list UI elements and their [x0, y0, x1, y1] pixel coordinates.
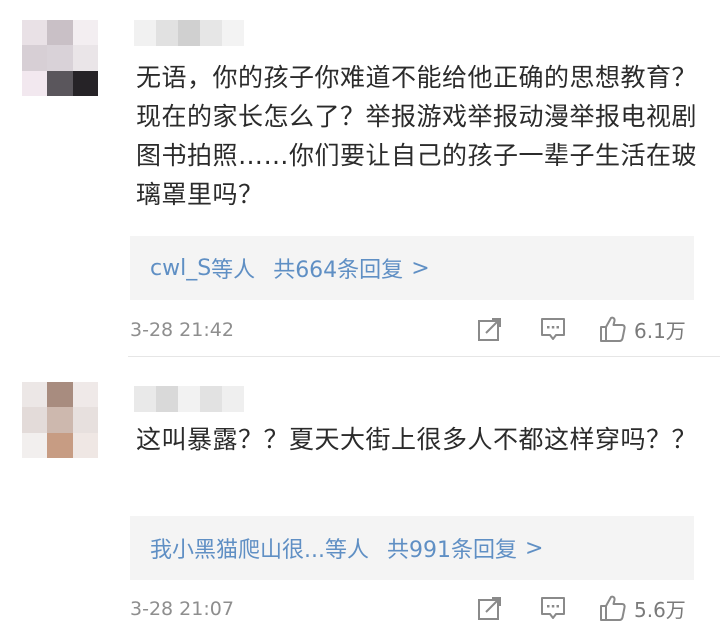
chevron-right-icon: > [525, 535, 544, 561]
reply-count: 共991条回复 [387, 538, 517, 563]
comment-icon [541, 318, 565, 340]
username-redacted[interactable] [134, 386, 244, 412]
reply-button[interactable] [539, 315, 567, 343]
reply-users-suffix: 等人 [324, 538, 369, 563]
comment-text: 无语，你的孩子你难道不能给他正确的思想教育？现在的家长怎么了？举报游戏举报动漫举… [136, 63, 698, 209]
thumbs-up-icon [600, 595, 626, 621]
share-button[interactable] [476, 594, 504, 622]
chevron-right-icon: > [411, 255, 430, 281]
replies-summary-button[interactable]: 我小黑猫爬山很... 等人 共991条回复 > [130, 516, 694, 580]
reply-users: cwl_S [150, 255, 212, 281]
timestamp: 3-28 21:07 [130, 598, 234, 620]
reply-users: 我小黑猫爬山很... [150, 538, 325, 563]
like-button[interactable]: 6.1万 [598, 313, 698, 345]
like-count: 6.1万 [634, 318, 686, 343]
username-redacted[interactable] [134, 20, 244, 46]
thumbs-up-icon [600, 316, 626, 342]
reply-count: 共664条回复 [273, 258, 404, 283]
comment-item: 无语，你的孩子你难道不能给他正确的思想教育？现在的家长怎么了？举报游戏举报动漫举… [0, 0, 720, 358]
like-count: 5.6万 [634, 597, 686, 622]
share-button[interactable] [476, 315, 504, 343]
replies-summary-button[interactable]: cwl_S 等人 共664条回复 > [130, 236, 694, 300]
comment-meta: 3-28 21:42 6.1万 [0, 311, 720, 351]
comment-text: 这叫暴露？？夏天大街上很多人不都这样穿吗？？ [136, 425, 698, 454]
like-button[interactable]: 5.6万 [598, 592, 698, 624]
share-icon [478, 318, 501, 341]
share-icon [478, 597, 501, 620]
reply-button[interactable] [539, 594, 567, 622]
timestamp: 3-28 21:42 [130, 319, 234, 341]
comment-icon [541, 597, 565, 619]
avatar[interactable] [22, 20, 98, 96]
avatar[interactable] [22, 382, 98, 458]
reply-users-suffix: 等人 [211, 258, 256, 283]
comment-item: 这叫暴露？？夏天大街上很多人不都这样穿吗？？ 我小黑猫爬山很... 等人 共991… [0, 360, 720, 640]
divider [128, 356, 720, 357]
comment-meta: 3-28 21:07 5.6万 [0, 590, 720, 630]
